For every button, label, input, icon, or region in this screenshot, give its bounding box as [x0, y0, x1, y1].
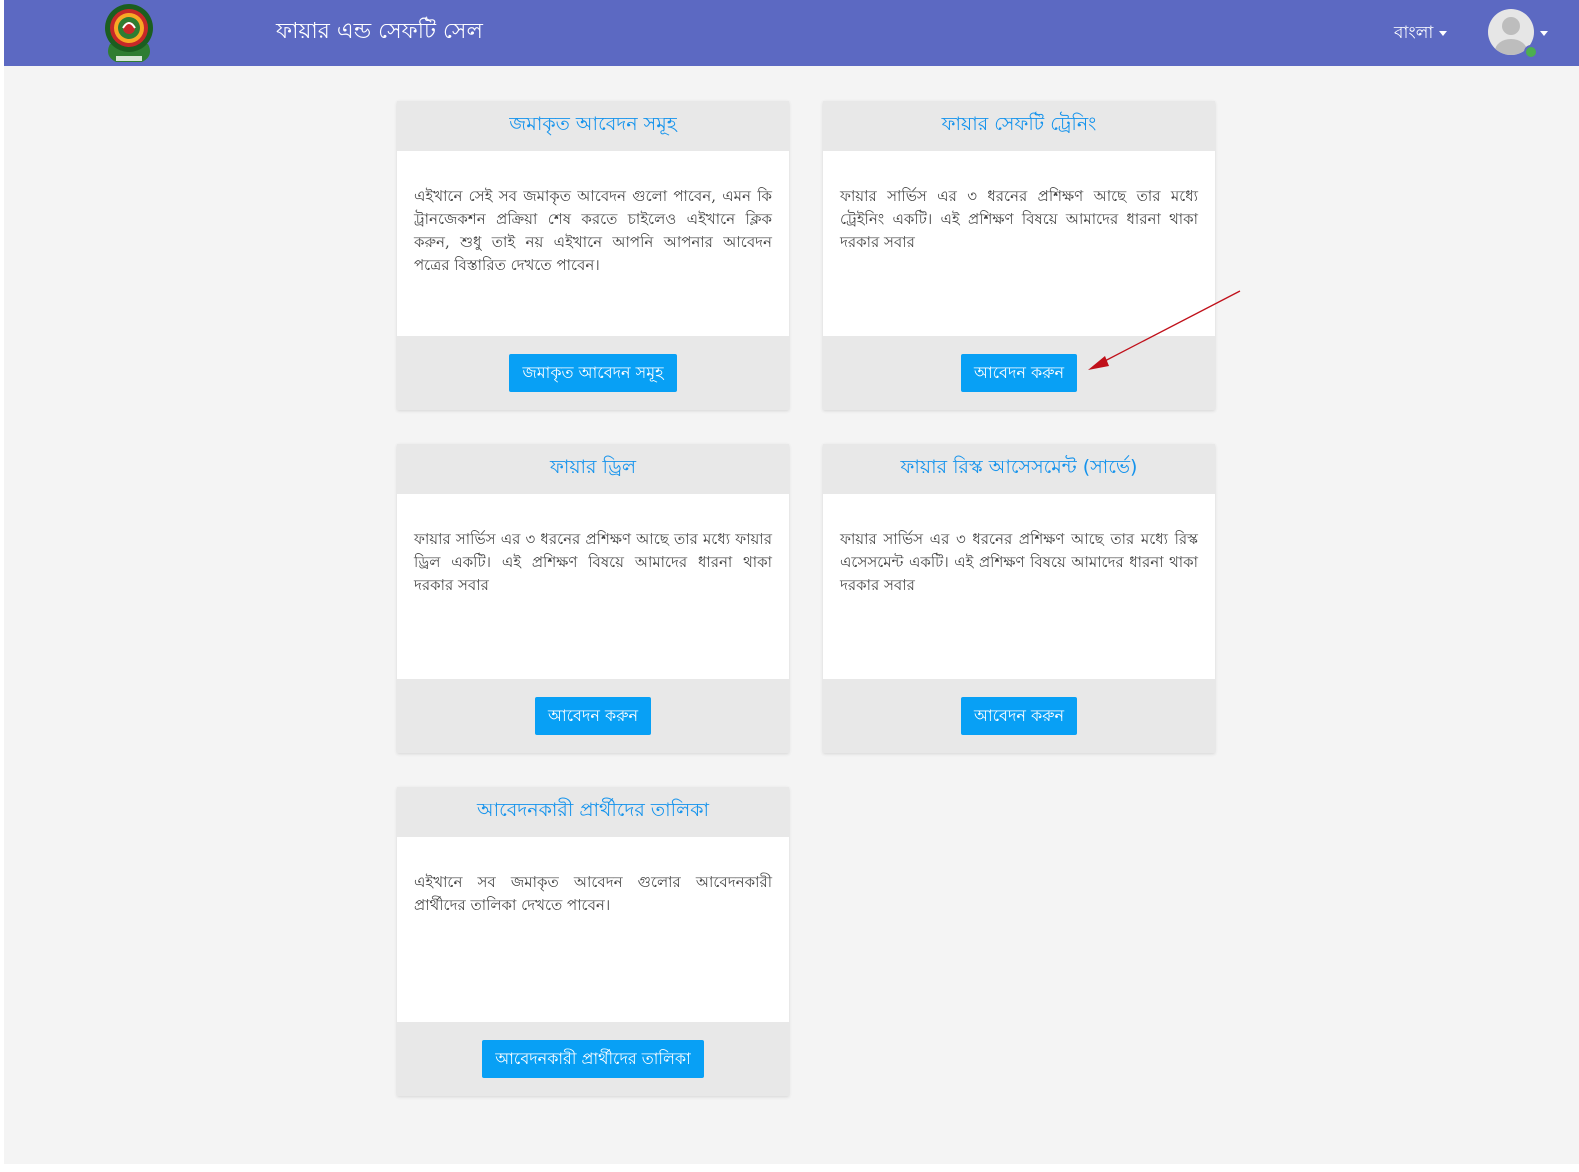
annotation-arrow-icon — [1088, 290, 1241, 370]
language-dropdown[interactable]: বাংলা — [1394, 20, 1448, 48]
chevron-down-icon — [1540, 31, 1548, 36]
chevron-down-icon — [1439, 30, 1448, 36]
card-applicant-list: আবেদনকারী প্রার্থীদের তালিকা এইখানে সব জ… — [397, 787, 789, 1096]
card-submitted-applications: জমাকৃত আবেদন সমূহ এইখানে সেই সব জমাকৃত আ… — [397, 101, 789, 410]
applicant-list-button[interactable]: আবেদনকারী প্রার্থীদের তালিকা — [482, 1040, 704, 1078]
page-background — [4, 0, 1579, 1164]
card-footer: আবেদন করুন — [397, 679, 789, 753]
card-title: আবেদনকারী প্রার্থীদের তালিকা — [397, 787, 789, 837]
card-footer: আবেদনকারী প্রার্থীদের তালিকা — [397, 1022, 789, 1096]
card-fire-drill: ফায়ার ড্রিল ফায়ার সার্ভিস এর ৩ ধরনের প… — [397, 444, 789, 753]
online-status-dot — [1524, 45, 1538, 59]
card-footer: আবেদন করুন — [823, 679, 1215, 753]
card-title: ফায়ার সেফটি ট্রেনিং — [823, 101, 1215, 151]
card-description: এইখানে সেই সব জমাকৃত আবেদন গুলো পাবেন, এ… — [414, 187, 772, 274]
card-title: ফায়ার ড্রিল — [397, 444, 789, 494]
card-fire-risk-assessment: ফায়ার রিস্ক আসেসমেন্ট (সার্ভে) ফায়ার স… — [823, 444, 1215, 753]
apply-training-button[interactable]: আবেদন করুন — [960, 354, 1078, 392]
card-description: ফায়ার সার্ভিস এর ৩ ধরনের প্রশিক্ষণ আছে … — [414, 530, 772, 594]
user-menu[interactable] — [1488, 9, 1558, 59]
card-title: ফায়ার রিস্ক আসেসমেন্ট (সার্ভে) — [823, 444, 1215, 494]
card-footer: জমাকৃত আবেদন সমূহ — [397, 336, 789, 410]
card-description: ফায়ার সার্ভিস এর ৩ ধরনের প্রশিক্ষণ আছে … — [840, 530, 1198, 594]
language-label: বাংলা — [1394, 23, 1434, 43]
top-navbar — [4, 0, 1579, 66]
apply-risk-assessment-button[interactable]: আবেদন করুন — [960, 697, 1078, 735]
card-title: জমাকৃত আবেদন সমূহ — [397, 101, 789, 151]
submitted-applications-button[interactable]: জমাকৃত আবেদন সমূহ — [509, 354, 677, 392]
fire-service-logo-icon[interactable] — [98, 0, 160, 64]
card-description: এইখানে সব জমাকৃত আবেদন গুলোর আবেদনকারী প… — [414, 873, 772, 914]
app-title: ফায়ার এন্ড সেফটি সেল — [276, 19, 483, 44]
apply-drill-button[interactable]: আবেদন করুন — [534, 697, 652, 735]
